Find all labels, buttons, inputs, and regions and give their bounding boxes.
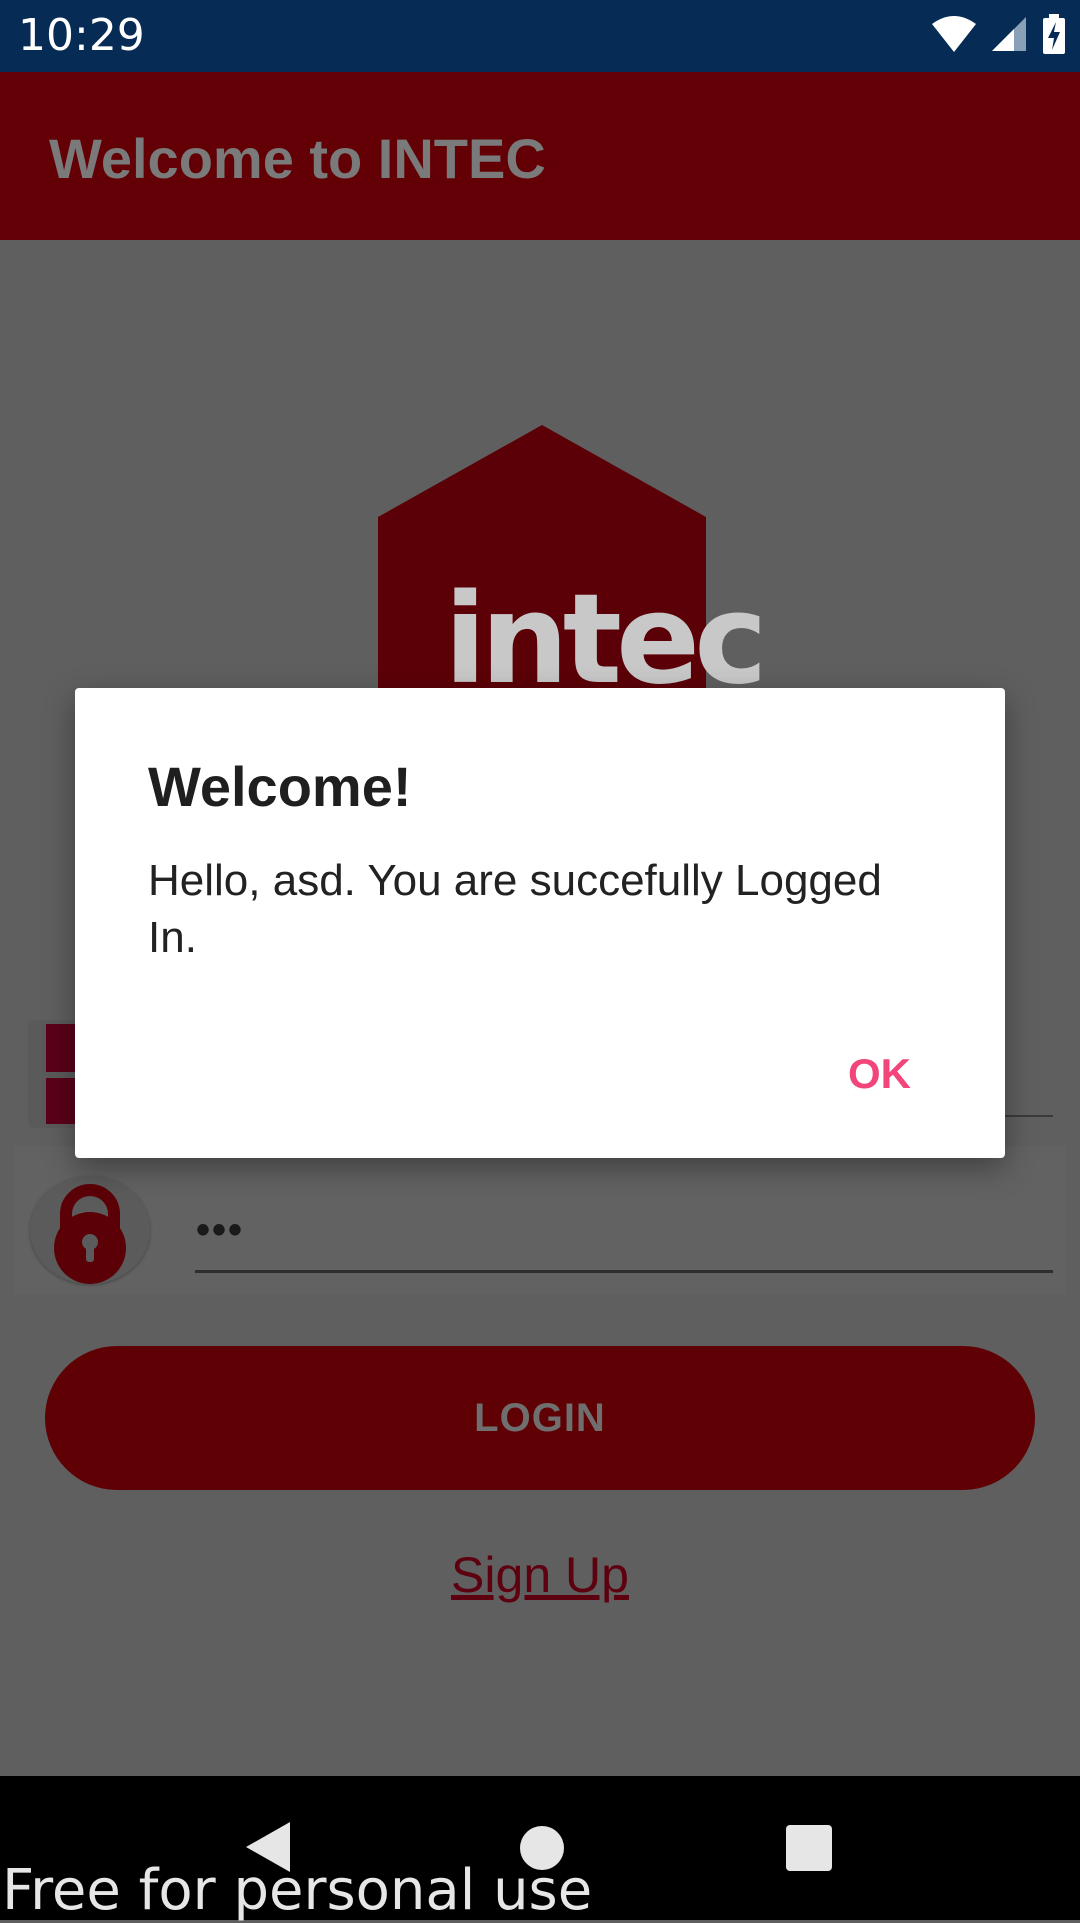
login-button[interactable]: LOGIN [45, 1346, 1035, 1490]
ok-button[interactable]: OK [848, 1050, 911, 1098]
lock-icon [30, 1176, 150, 1284]
dialog-title: Welcome! [148, 755, 412, 818]
app-bar: Welcome to INTEC [0, 72, 1080, 240]
watermark-text: Free for personal use [2, 1858, 593, 1923]
status-time: 10:29 [18, 10, 145, 61]
status-bar: 10:29 [0, 0, 1080, 72]
status-icons [930, 14, 1066, 59]
password-input[interactable]: ••• [196, 1208, 244, 1253]
intec-logo: intec [376, 423, 768, 712]
battery-charging-icon [1042, 14, 1066, 59]
recents-icon[interactable] [786, 1825, 832, 1871]
login-button-label: LOGIN [474, 1395, 606, 1440]
welcome-dialog: Welcome! Hello, asd. You are succefully … [75, 688, 1005, 1158]
password-field-underline [195, 1270, 1053, 1273]
signal-icon [992, 15, 1028, 58]
dialog-message: Hello, asd. You are succefully Logged In… [148, 856, 882, 962]
wifi-icon [930, 14, 978, 59]
signup-link[interactable]: Sign Up [0, 1546, 1080, 1604]
app-title: Welcome to INTEC [49, 127, 546, 190]
